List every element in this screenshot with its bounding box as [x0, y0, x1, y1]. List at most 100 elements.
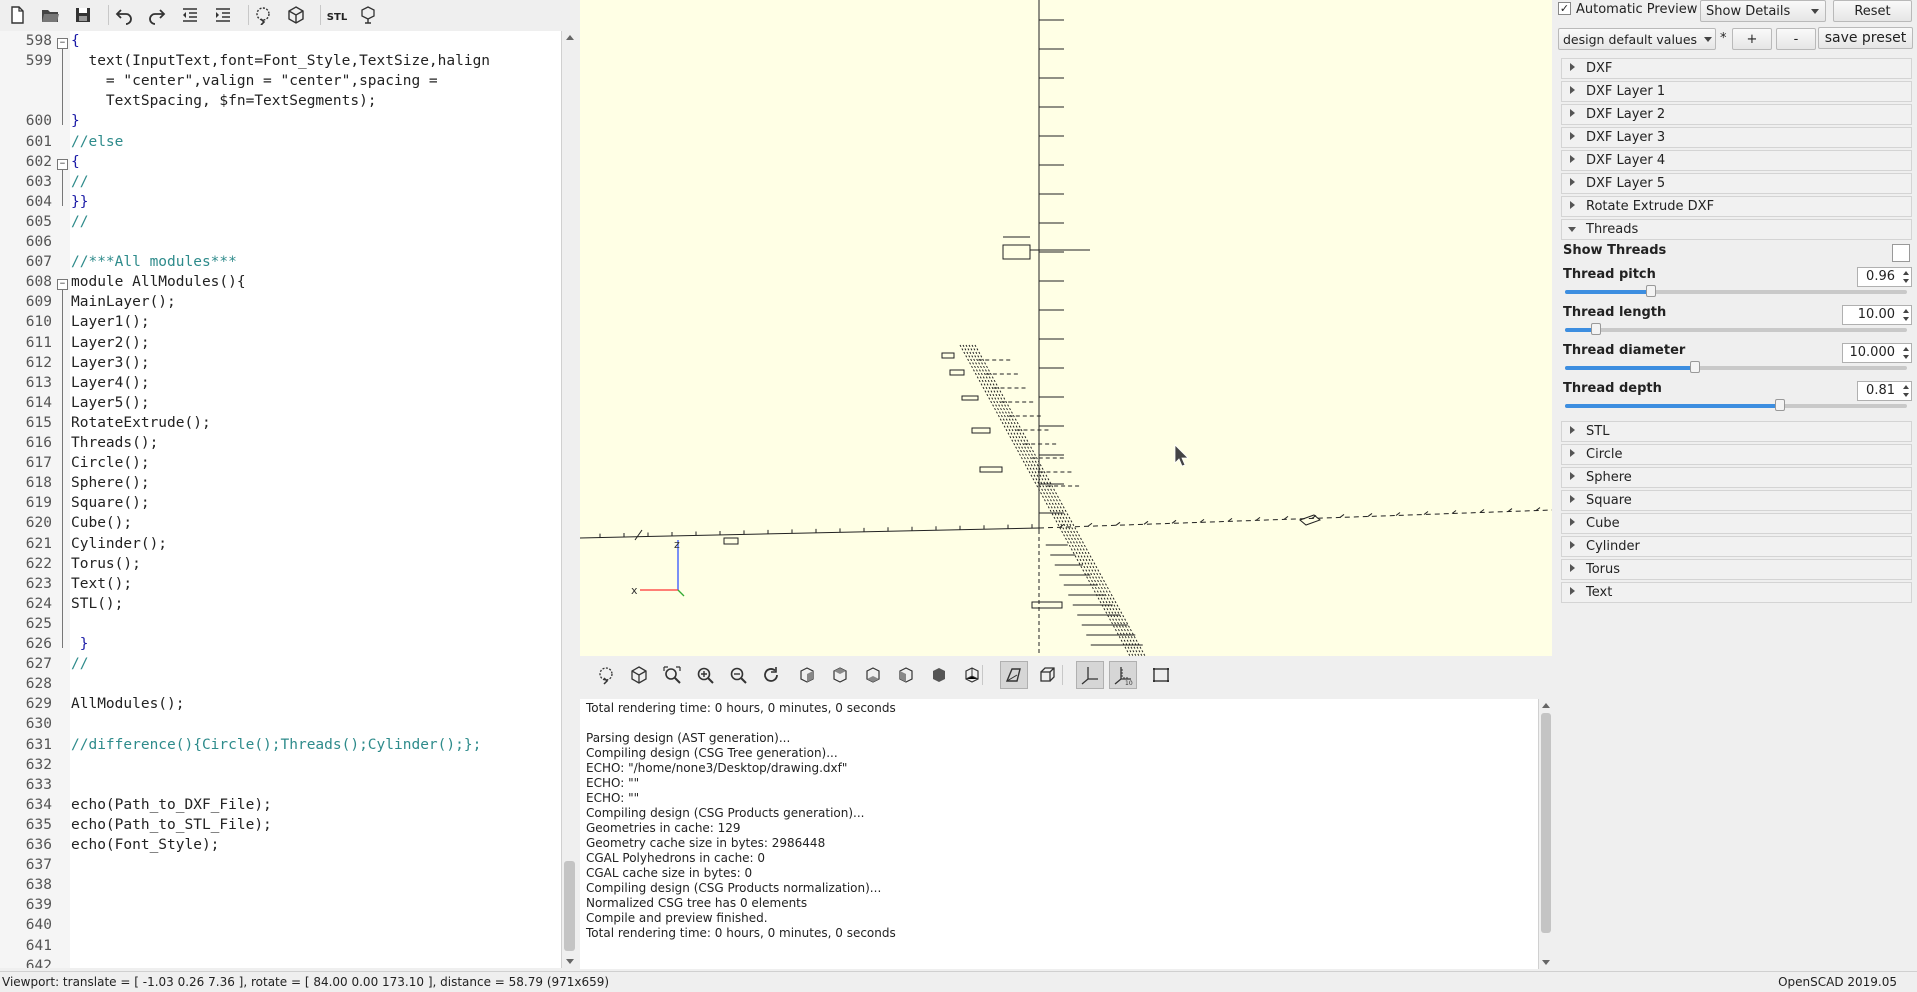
code-line[interactable]: Layer3();: [71, 355, 150, 371]
code-editor[interactable]: 598−599 600 601 602−603 604 605 606 607 608−609 6…: [0, 31, 561, 968]
code-line[interactable]: MainLayer();: [71, 294, 176, 310]
decrement-icon[interactable]: [1903, 355, 1909, 359]
show-axes-icon[interactable]: [1076, 661, 1104, 689]
preview-icon[interactable]: [592, 661, 620, 689]
code-line[interactable]: text(InputText,font=Font_Style,TextSize,…: [71, 53, 490, 69]
perspective-icon[interactable]: [1000, 661, 1028, 689]
detail-level-select[interactable]: Show Details: [1700, 0, 1826, 22]
code-line[interactable]: }: [71, 636, 89, 652]
export-stl-icon[interactable]: STL: [325, 3, 349, 27]
code-line[interactable]: Square();: [71, 495, 150, 511]
param-slider[interactable]: [1565, 399, 1907, 411]
code-line[interactable]: Sphere();: [71, 475, 150, 491]
fold-toggle-icon[interactable]: −: [57, 158, 68, 170]
editor-scrollbar[interactable]: [561, 31, 578, 968]
reset-button[interactable]: Reset: [1833, 0, 1912, 22]
customizer-section[interactable]: Torus: [1561, 559, 1912, 580]
code-line[interactable]: AllModules();: [71, 696, 185, 712]
param-spinbox[interactable]: 10.000: [1842, 343, 1912, 363]
code-line[interactable]: //: [71, 174, 88, 190]
view-top-icon[interactable]: [826, 661, 854, 689]
code-line[interactable]: Torus();: [71, 556, 141, 572]
code-line[interactable]: //: [71, 214, 88, 230]
indent-icon[interactable]: [211, 3, 235, 27]
code-line[interactable]: echo(Font_Style);: [71, 837, 219, 853]
show-threads-checkbox[interactable]: [1892, 244, 1910, 262]
add-preset-button[interactable]: +: [1732, 28, 1772, 50]
code-line[interactable]: Cube();: [71, 515, 132, 531]
code-line[interactable]: Threads();: [71, 435, 158, 451]
customizer-section[interactable]: DXF Layer 2: [1561, 104, 1912, 125]
zoom-in-icon[interactable]: [691, 661, 719, 689]
customizer-section[interactable]: DXF Layer 4: [1561, 150, 1912, 171]
slider-handle[interactable]: [1591, 323, 1601, 335]
customizer-section[interactable]: Cylinder: [1561, 536, 1912, 557]
view-front-icon[interactable]: [925, 661, 953, 689]
new-file-icon[interactable]: [5, 3, 29, 27]
code-line[interactable]: Layer1();: [71, 314, 150, 330]
code-line[interactable]: Circle();: [71, 455, 150, 471]
view-left-icon[interactable]: [892, 661, 920, 689]
reset-view-icon[interactable]: [757, 661, 785, 689]
show-edges-icon[interactable]: [1147, 661, 1175, 689]
code-line[interactable]: //***All modules***: [71, 254, 237, 270]
increment-icon[interactable]: [1903, 271, 1909, 275]
customizer-section[interactable]: DXF Layer 1: [1561, 81, 1912, 102]
send-to-3d-print-icon[interactable]: [356, 3, 380, 27]
code-line[interactable]: }}: [71, 194, 88, 210]
code-line[interactable]: TextSpacing, $fn=TextSegments);: [71, 93, 377, 109]
code-line[interactable]: echo(Path_to_DXF_File);: [71, 797, 272, 813]
param-slider[interactable]: [1565, 361, 1907, 373]
code-line[interactable]: Cylinder();: [71, 536, 167, 552]
customizer-section[interactable]: Rotate Extrude DXF: [1561, 196, 1912, 217]
preset-select[interactable]: design default values: [1558, 28, 1716, 50]
code-line[interactable]: module AllModules(){: [71, 274, 246, 290]
console-output[interactable]: Total rendering time: 0 hours, 0 minutes…: [580, 699, 1538, 969]
increment-icon[interactable]: [1903, 309, 1909, 313]
customizer-section[interactable]: DXF: [1561, 58, 1912, 79]
code-line[interactable]: Layer2();: [71, 335, 150, 351]
increment-icon[interactable]: [1903, 385, 1909, 389]
zoom-out-icon[interactable]: [724, 661, 752, 689]
code-line[interactable]: echo(Path_to_STL_File);: [71, 817, 272, 833]
preview-icon[interactable]: [251, 3, 275, 27]
render-icon[interactable]: [284, 3, 308, 27]
customizer-section[interactable]: DXF Layer 5: [1561, 173, 1912, 194]
view-bottom-icon[interactable]: [859, 661, 887, 689]
code-line[interactable]: }: [71, 113, 80, 129]
code-line[interactable]: //difference(){Circle();Threads();Cylind…: [71, 737, 481, 753]
fold-toggle-icon[interactable]: −: [57, 38, 68, 49]
save-icon[interactable]: [71, 3, 95, 27]
decrement-icon[interactable]: [1903, 393, 1909, 397]
code-line[interactable]: Layer4();: [71, 375, 150, 391]
customizer-section[interactable]: Square: [1561, 490, 1912, 511]
console-scrollbar[interactable]: [1538, 699, 1553, 969]
save-preset-button[interactable]: save preset: [1818, 27, 1913, 49]
customizer-section[interactable]: Sphere: [1561, 467, 1912, 488]
customizer-section[interactable]: DXF Layer 3: [1561, 127, 1912, 148]
code-line[interactable]: = "center",valign = "center",spacing =: [71, 73, 438, 89]
customizer-section[interactable]: Threads: [1561, 219, 1912, 240]
param-slider[interactable]: [1565, 323, 1907, 335]
customizer-section[interactable]: Text: [1561, 582, 1912, 603]
param-spinbox[interactable]: 0.81: [1857, 381, 1912, 401]
param-spinbox[interactable]: 10.00: [1842, 305, 1912, 325]
code-line[interactable]: //: [71, 656, 88, 672]
code-line[interactable]: Text();: [71, 576, 132, 592]
redo-icon[interactable]: [145, 3, 169, 27]
slider-handle[interactable]: [1646, 285, 1656, 297]
remove-preset-button[interactable]: -: [1776, 28, 1816, 50]
render-icon[interactable]: [625, 661, 653, 689]
unindent-icon[interactable]: [178, 3, 202, 27]
decrement-icon[interactable]: [1903, 317, 1909, 321]
3d-viewport[interactable]: z x: [580, 0, 1552, 656]
code-line[interactable]: Layer5();: [71, 395, 150, 411]
code-line[interactable]: STL();: [71, 596, 123, 612]
param-spinbox[interactable]: 0.96: [1857, 267, 1912, 287]
slider-handle[interactable]: [1775, 399, 1785, 411]
code-line[interactable]: {: [71, 33, 80, 49]
customizer-section[interactable]: Circle: [1561, 444, 1912, 465]
decrement-icon[interactable]: [1903, 279, 1909, 283]
fold-toggle-icon[interactable]: −: [57, 279, 68, 291]
slider-handle[interactable]: [1690, 361, 1700, 373]
